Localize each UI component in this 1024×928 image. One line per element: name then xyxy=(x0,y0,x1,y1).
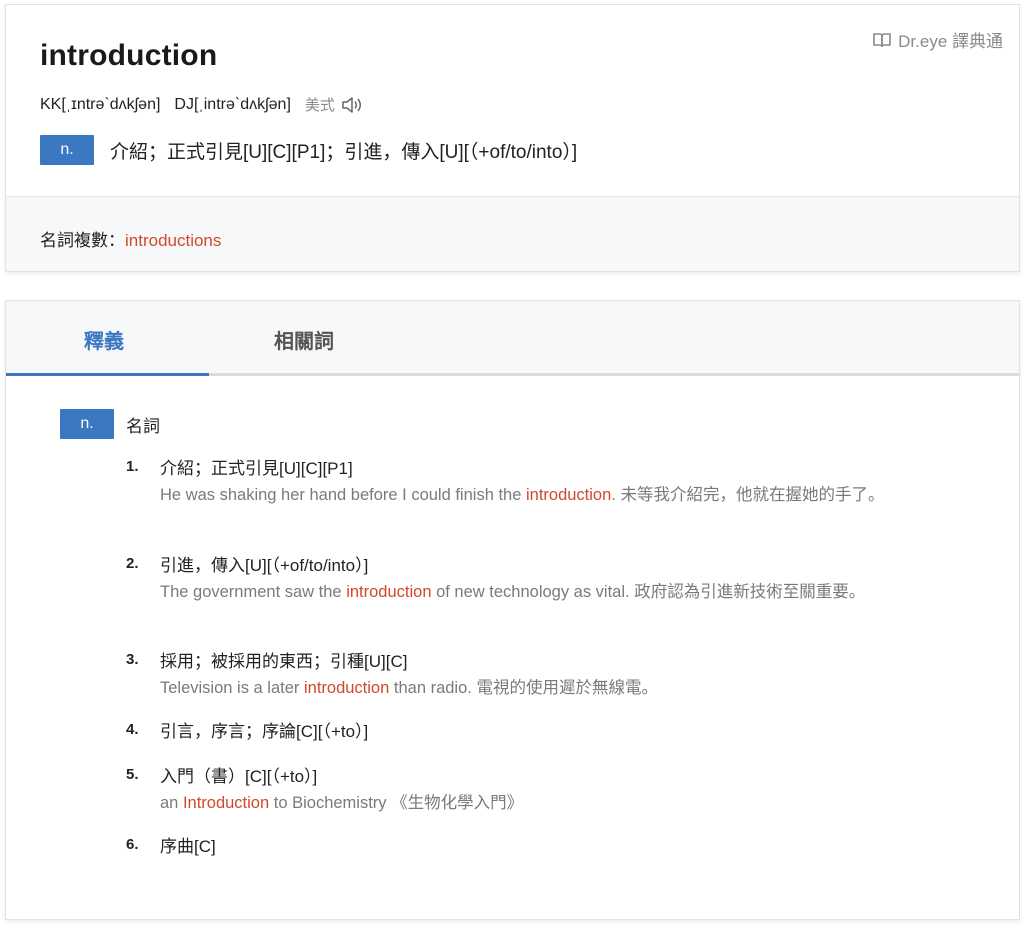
sense-item: 5. 入門（書）[C][（+to）] an Introduction to Bi… xyxy=(126,764,966,816)
summary-definition: n. 介紹；正式引見[U][C][P1]；引進，傳入[U][（+of/to/in… xyxy=(40,135,577,165)
sense-gloss: 引言，序言；序論[C][（+to）] xyxy=(160,722,369,741)
sense-number: 6. xyxy=(126,836,139,853)
tab-definitions[interactable]: 釋義 xyxy=(84,325,124,354)
sense-number: 2. xyxy=(126,555,139,572)
brand-label: Dr.eye 譯典通 xyxy=(872,27,1003,52)
speaker-icon[interactable] xyxy=(341,95,365,115)
plural-label: 名詞複數： xyxy=(40,231,125,250)
pos-heading: n. 名詞 xyxy=(60,409,160,439)
example-sentence: Television is a later introduction than … xyxy=(160,679,658,697)
example-highlight[interactable]: Introduction xyxy=(183,794,269,812)
dj-phonetic: DJ[ˌintrə`dʌkʃən] xyxy=(174,95,291,113)
pos-badge: n. xyxy=(60,409,114,439)
example-sentence: The government saw the introduction of n… xyxy=(160,583,866,601)
sense-list: 1. 介紹；正式引見[U][C][P1] He was shaking her … xyxy=(126,456,966,860)
definition-summary-card: introduction Dr.eye 譯典通 KK[ˌɪntrə`dʌkʃən… xyxy=(5,4,1020,272)
tab-bar: 釋義 相關詞 xyxy=(6,301,1019,376)
example-sentence: He was shaking her hand before I could f… xyxy=(160,486,885,504)
example-highlight[interactable]: introduction xyxy=(526,486,611,504)
sense-item: 4. 引言，序言；序論[C][（+to）] xyxy=(126,719,966,745)
pos-name: 名詞 xyxy=(126,416,160,436)
sense-gloss: 入門（書）[C][（+to）] xyxy=(160,767,318,786)
definition-detail-card: 釋義 相關詞 n. 名詞 1. 介紹；正式引見[U][C][P1] He was… xyxy=(5,300,1020,920)
sense-item: 1. 介紹；正式引見[U][C][P1] He was shaking her … xyxy=(126,456,966,533)
plural-link[interactable]: introductions xyxy=(125,231,221,250)
headword: introduction xyxy=(40,39,218,72)
sense-gloss: 採用；被採用的東西；引種[U][C] xyxy=(160,652,408,671)
sense-number: 1. xyxy=(126,458,139,475)
book-icon xyxy=(872,31,892,49)
tab-related-words[interactable]: 相關詞 xyxy=(274,325,334,354)
active-tab-indicator xyxy=(6,373,209,376)
sense-item: 6. 序曲[C] xyxy=(126,834,966,860)
sense-number: 4. xyxy=(126,721,139,738)
sense-item: 3. 採用；被採用的東西；引種[U][C] Television is a la… xyxy=(126,649,966,701)
pos-badge: n. xyxy=(40,135,94,165)
sense-gloss: 序曲[C] xyxy=(160,837,216,856)
plural-form: 名詞複數：introductions xyxy=(40,226,221,251)
sense-gloss: 引進，傳入[U][（+of/to/into）] xyxy=(160,556,369,575)
sense-number: 5. xyxy=(126,766,139,783)
example-highlight[interactable]: introduction xyxy=(346,583,431,601)
kk-phonetic: KK[ˌɪntrə`dʌkʃən] xyxy=(40,95,161,113)
example-sentence: an Introduction to Biochemistry 《生物化學入門》 xyxy=(160,794,524,812)
sense-gloss: 介紹；正式引見[U][C][P1] xyxy=(160,459,353,478)
sense-number: 3. xyxy=(126,651,139,668)
phonetics: KK[ˌɪntrə`dʌkʃən] DJ[ˌintrə`dʌkʃən] 美式 xyxy=(40,94,365,115)
sense-item: 2. 引進，傳入[U][（+of/to/into）] The governmen… xyxy=(126,553,966,630)
example-highlight[interactable]: introduction xyxy=(304,679,389,697)
brand-text: Dr.eye 譯典通 xyxy=(898,32,1003,51)
summary-text: 介紹；正式引見[U][C][P1]；引進，傳入[U][（+of/to/into）… xyxy=(110,141,578,163)
accent-label: 美式 xyxy=(304,97,335,114)
